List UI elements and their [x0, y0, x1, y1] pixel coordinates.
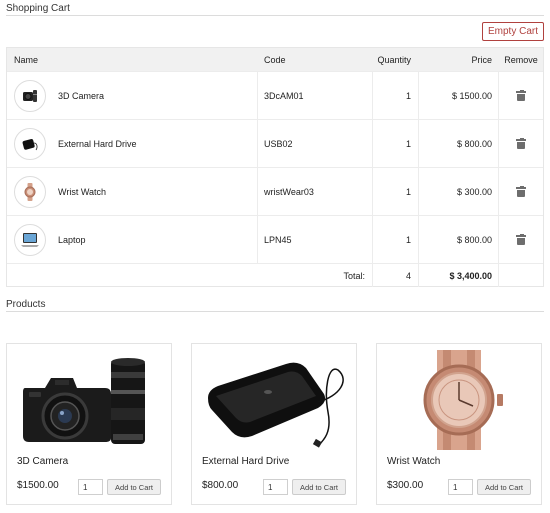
add-to-cart-button[interactable]: Add to Cart [477, 479, 531, 495]
total-price: $ 3,400.00 [449, 270, 492, 281]
trash-icon[interactable] [516, 137, 526, 149]
product-price: $1500.00 [17, 480, 59, 491]
camera-icon [14, 79, 46, 112]
cart-item-name-cell: Wrist Watch [14, 168, 106, 215]
watch-icon [14, 175, 46, 208]
cart-title-divider [6, 15, 544, 16]
column-quantity: Quantity [377, 54, 411, 65]
product-name: 3D Camera [17, 456, 69, 467]
cart-item-name-cell: External Hard Drive [14, 120, 137, 167]
hard-drive-icon [14, 127, 46, 160]
laptop-icon [14, 223, 46, 256]
products-title: Products [6, 299, 46, 310]
cart-table: Name Code Quantity Price Remove 3D Camer… [6, 47, 544, 287]
cart-item-name: Laptop [58, 234, 86, 245]
cart-title: Shopping Cart [6, 3, 70, 14]
product-quantity-input[interactable] [78, 479, 103, 495]
cart-item-price: $ 1500.00 [451, 90, 492, 101]
cart-item-code: LPN45 [264, 234, 292, 245]
trash-icon[interactable] [516, 233, 526, 245]
product-card: 3D Camera $1500.00 Add to Cart [6, 343, 172, 505]
empty-cart-button[interactable]: Empty Cart [482, 22, 544, 41]
cart-item-price: $ 800.00 [456, 138, 492, 149]
remove-item-button[interactable] [499, 168, 543, 215]
cart-total-row: Total: 4 $ 3,400.00 [7, 264, 543, 287]
column-remove: Remove [504, 54, 538, 65]
cart-item-quantity: 1 [405, 234, 411, 245]
cart-item-code: 3DcAM01 [264, 90, 304, 101]
remove-item-button[interactable] [499, 72, 543, 119]
product-card: External Hard Drive $800.00 Add to Cart [191, 343, 357, 505]
products-title-divider [6, 311, 544, 312]
total-quantity: 4 [405, 270, 411, 281]
trash-icon[interactable] [516, 185, 526, 197]
watch-icon [385, 350, 533, 450]
cart-item-price: $ 300.00 [456, 186, 492, 197]
table-row: Laptop LPN45 1 $ 800.00 [7, 216, 543, 264]
table-row: Wrist Watch wristWear03 1 $ 300.00 [7, 168, 543, 216]
remove-item-button[interactable] [499, 120, 543, 167]
product-price: $800.00 [202, 480, 239, 491]
cart-item-price: $ 800.00 [456, 234, 492, 245]
cart-item-quantity: 1 [405, 90, 411, 101]
column-name: Name [14, 54, 39, 65]
product-price: $300.00 [387, 480, 424, 491]
camera-icon [15, 350, 163, 450]
column-code: Code [264, 54, 286, 65]
cart-item-name-cell: 3D Camera [14, 72, 104, 119]
table-row: External Hard Drive USB02 1 $ 800.00 [7, 120, 543, 168]
product-name: Wrist Watch [387, 456, 441, 467]
cart-item-name: Wrist Watch [58, 186, 107, 197]
cart-table-header: Name Code Quantity Price Remove [7, 48, 543, 72]
total-label: Total: [343, 270, 365, 281]
cart-item-quantity: 1 [405, 186, 411, 197]
remove-item-button[interactable] [499, 216, 543, 263]
cart-item-code: wristWear03 [264, 186, 314, 197]
cart-item-name: 3D Camera [58, 90, 105, 101]
trash-icon[interactable] [516, 89, 526, 101]
cart-item-quantity: 1 [405, 138, 411, 149]
hard-drive-icon [200, 350, 348, 450]
product-quantity-input[interactable] [448, 479, 473, 495]
product-card: Wrist Watch $300.00 Add to Cart [376, 343, 542, 505]
column-price: Price [471, 54, 492, 65]
cart-item-name: External Hard Drive [58, 138, 137, 149]
add-to-cart-button[interactable]: Add to Cart [107, 479, 161, 495]
cart-item-code: USB02 [264, 138, 293, 149]
product-quantity-input[interactable] [263, 479, 288, 495]
cart-item-name-cell: Laptop [14, 216, 86, 263]
table-row: 3D Camera 3DcAM01 1 $ 1500.00 [7, 72, 543, 120]
product-name: External Hard Drive [202, 456, 290, 467]
add-to-cart-button[interactable]: Add to Cart [292, 479, 346, 495]
